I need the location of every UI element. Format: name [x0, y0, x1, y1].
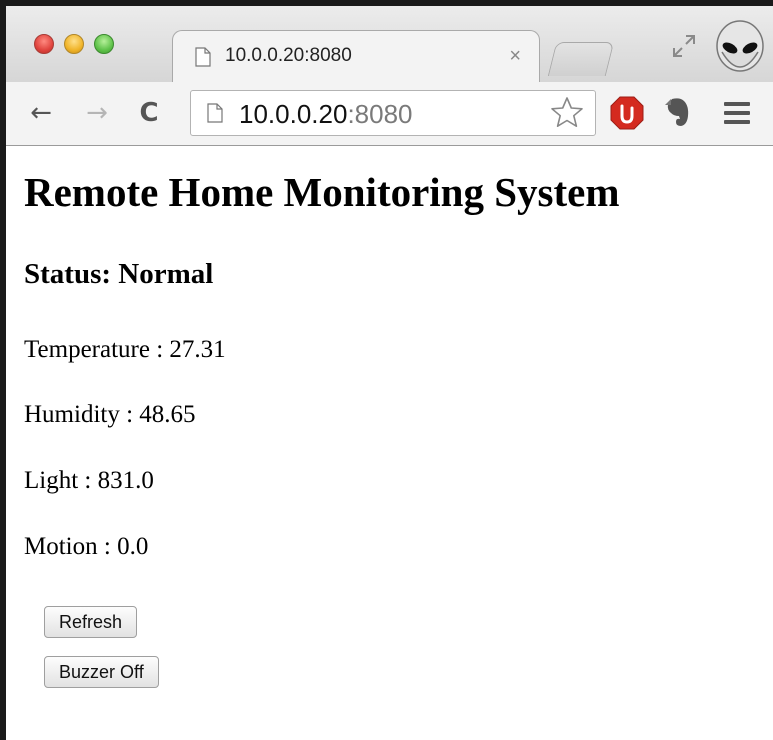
page-info-icon[interactable]	[207, 103, 223, 123]
buzzer-off-button[interactable]: Buzzer Off	[44, 656, 159, 688]
menu-line-icon	[724, 120, 750, 124]
reload-icon[interactable]: C	[132, 96, 166, 130]
refresh-button[interactable]: Refresh	[44, 606, 138, 638]
url-port: :8080	[347, 99, 413, 129]
status-heading: Status: Normal	[24, 258, 214, 290]
alien-profile-icon[interactable]	[714, 20, 766, 82]
document-icon	[195, 47, 211, 67]
new-tab-button[interactable]	[547, 42, 615, 76]
arrow-left-icon[interactable]: ←	[24, 96, 58, 130]
arrow-right-icon[interactable]: →	[80, 96, 114, 130]
close-window-button[interactable]	[34, 34, 54, 54]
star-icon[interactable]	[549, 95, 585, 131]
humidity-reading: Humidity : 48.65	[24, 401, 196, 428]
temperature-reading: Temperature : 27.31	[24, 336, 226, 363]
minimize-window-button[interactable]	[64, 34, 84, 54]
maximize-window-button[interactable]	[94, 34, 114, 54]
hamburger-menu-icon[interactable]	[724, 102, 750, 124]
url-text[interactable]: 10.0.0.20:8080	[239, 99, 413, 130]
evernote-icon[interactable]	[662, 96, 692, 128]
browser-tab[interactable]: 10.0.0.20:8080 ×	[172, 30, 540, 82]
tab-close-icon[interactable]: ×	[509, 45, 521, 68]
browser-toolbar: ← → C 10.0.0.20:8080	[6, 82, 773, 146]
motion-reading: Motion : 0.0	[24, 533, 149, 560]
page-title: Remote Home Monitoring System	[24, 169, 620, 215]
menu-line-icon	[724, 102, 750, 106]
fullscreen-icon[interactable]	[672, 34, 696, 58]
tab-title: 10.0.0.20:8080	[225, 45, 352, 66]
menu-line-icon	[724, 111, 750, 115]
address-bar[interactable]: 10.0.0.20:8080	[190, 90, 596, 136]
adblock-stop-icon[interactable]	[610, 96, 644, 130]
light-reading: Light : 831.0	[24, 467, 154, 494]
url-host: 10.0.0.20	[239, 99, 348, 129]
browser-titlebar: 10.0.0.20:8080 ×	[6, 6, 773, 82]
